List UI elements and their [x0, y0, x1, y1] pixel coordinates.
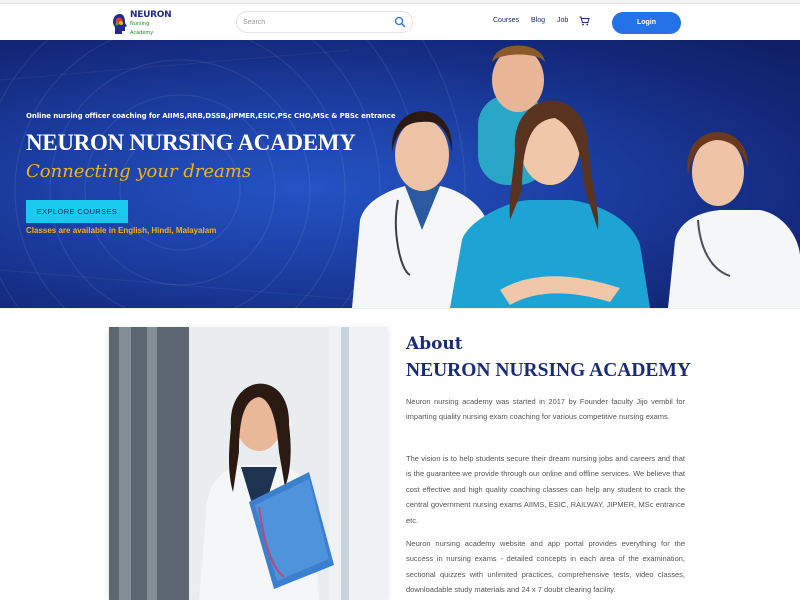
login-button[interactable]: Login	[612, 12, 681, 34]
about-heading: About	[406, 334, 463, 354]
cart-icon[interactable]	[579, 16, 590, 26]
search-input[interactable]	[243, 15, 383, 29]
hero-title: NEURON NURSING ACADEMY	[26, 130, 356, 155]
hero-tagline: Online nursing officer coaching for AIIM…	[26, 112, 396, 120]
hero-languages: Classes are available in English, Hindi,…	[26, 226, 217, 235]
explore-courses-button[interactable]: EXPLORE COURSES	[26, 200, 128, 223]
neuron-head-logo-icon	[112, 13, 128, 35]
nav-courses[interactable]: Courses	[493, 17, 519, 24]
hero-banner: Online nursing officer coaching for AIIM…	[0, 40, 800, 308]
about-paragraph-3: Neuron nursing academy website and app p…	[406, 539, 685, 595]
about-paragraph-1: Neuron nursing academy was started in 20…	[406, 397, 685, 422]
about-paragraph-2: The vision is to help students secure th…	[406, 454, 685, 525]
search-icon[interactable]	[394, 16, 406, 28]
logo-title: NEURON	[130, 9, 172, 20]
search-box	[236, 11, 413, 33]
logo-subtitle: Nursing Academy	[130, 20, 154, 36]
section-divider	[0, 308, 800, 309]
about-subheading: NEURON NURSING ACADEMY	[406, 360, 691, 381]
nav-blog[interactable]: Blog	[531, 17, 545, 24]
nav-job[interactable]: Job	[557, 17, 568, 24]
hero-subtitle: Connecting your dreams	[26, 161, 252, 182]
site-header: NEURON Nursing Academy Courses Blog Job …	[0, 4, 800, 40]
about-student-photo	[109, 327, 387, 600]
nurses-group-photo	[352, 45, 800, 308]
site-logo[interactable]: NEURON Nursing Academy	[112, 10, 172, 37]
